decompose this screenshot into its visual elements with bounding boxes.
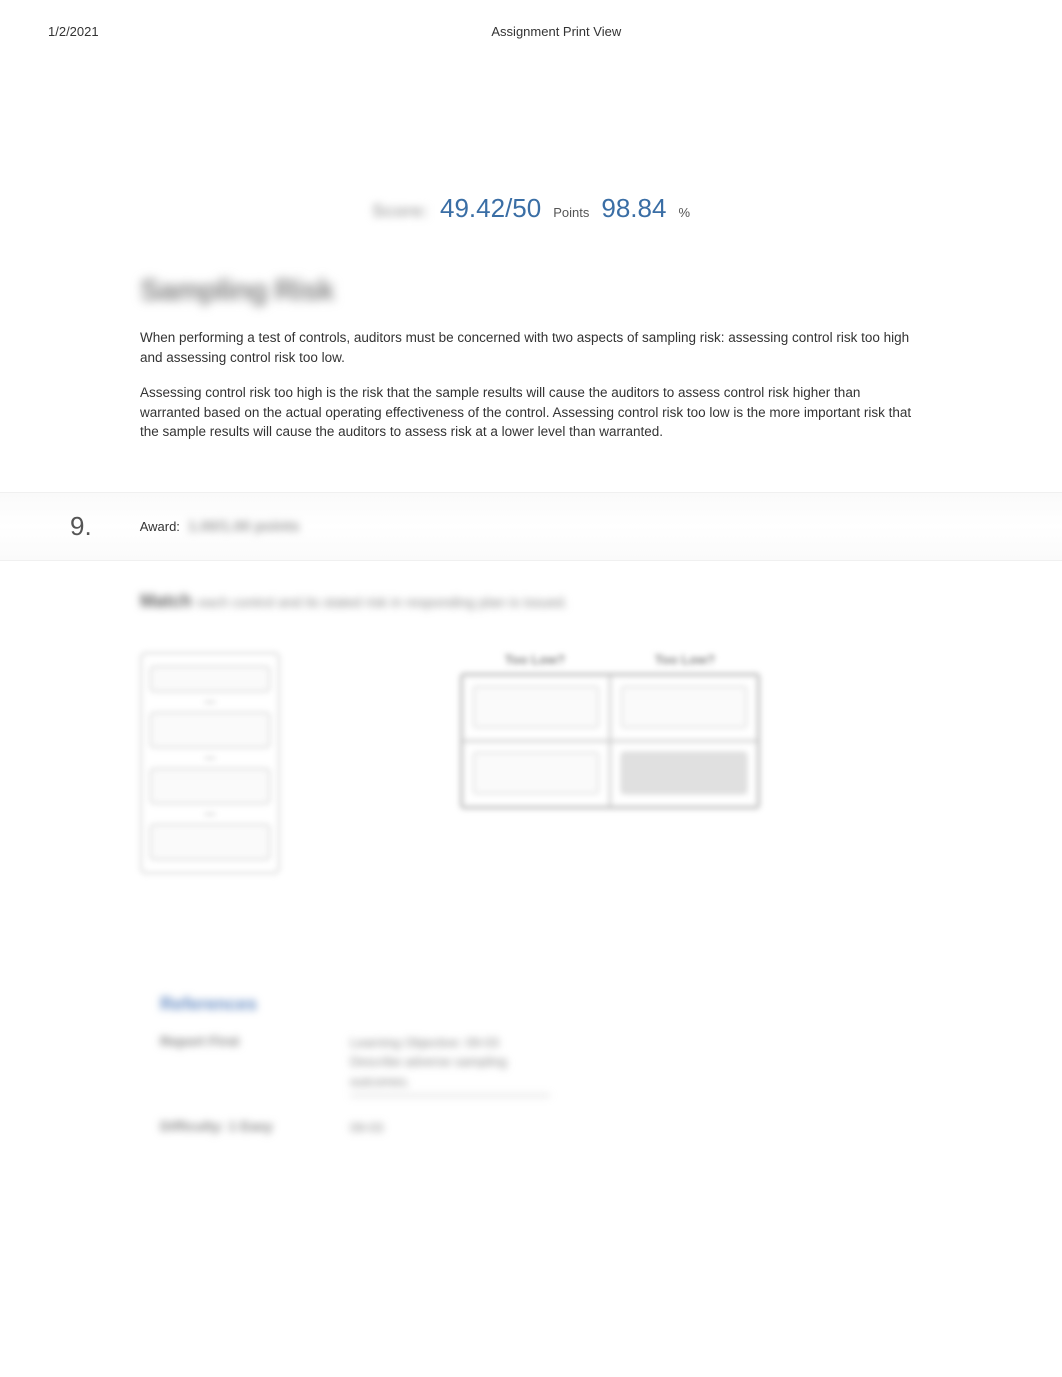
- drag-item[interactable]: [150, 712, 270, 748]
- score-points-unit: Points: [553, 205, 589, 220]
- prompt-row: Match each control and its stated risk i…: [0, 591, 1062, 612]
- drag-label: —: [148, 752, 272, 764]
- score-percent-unit: %: [678, 205, 690, 220]
- page-date: 1/2/2021: [48, 24, 99, 39]
- ref-label-1: Report First: [160, 1033, 290, 1097]
- grid-cell[interactable]: [610, 675, 758, 741]
- grid-header-2: Too Low?: [615, 652, 755, 667]
- score-points: 49.42/50: [440, 193, 541, 224]
- ref-label-2: Difficulty: 1 Easy: [160, 1118, 290, 1138]
- page-header: 1/2/2021 Assignment Print View: [0, 0, 1062, 63]
- prompt-bold: Match: [140, 591, 192, 612]
- grid-cell[interactable]: [610, 741, 758, 807]
- content-block: Sampling Risk When performing a test of …: [0, 274, 1062, 442]
- ref-value-2: 09-03: [350, 1118, 383, 1138]
- award-label: Award:: [140, 519, 180, 534]
- section-para-2: Assessing control risk too high is the r…: [140, 383, 922, 442]
- question-number: 9.: [70, 511, 92, 542]
- page-title: Assignment Print View: [99, 24, 1014, 39]
- drag-item[interactable]: [150, 768, 270, 804]
- grid-headers: Too Low? Too Low?: [460, 652, 760, 667]
- drag-item[interactable]: [150, 666, 270, 692]
- prompt-text: each control and its stated risk in resp…: [198, 594, 568, 610]
- ref-row-2: Difficulty: 1 Easy 09-03: [160, 1118, 902, 1138]
- drag-label: —: [148, 808, 272, 820]
- score-percent: 98.84: [601, 193, 666, 224]
- references-block: References Report First Learning Objecti…: [0, 994, 1062, 1138]
- section-heading: Sampling Risk: [140, 274, 922, 308]
- grid-cell[interactable]: [462, 675, 610, 741]
- drag-label: —: [148, 696, 272, 708]
- grid-body: [460, 673, 760, 809]
- award-value: 1.00/1.00 points: [188, 518, 300, 535]
- ref-value-1: Learning Objective: 09-03 Describe adver…: [350, 1033, 550, 1097]
- grid-header-1: Too Low?: [465, 652, 605, 667]
- references-heading: References: [160, 994, 902, 1015]
- section-para-1: When performing a test of controls, audi…: [140, 328, 922, 367]
- score-row: Score: 49.42/50 Points 98.84 %: [0, 193, 1062, 224]
- score-label: Score:: [372, 201, 428, 222]
- grid-table: Too Low? Too Low?: [460, 652, 760, 809]
- ref-row-1: Report First Learning Objective: 09-03 D…: [160, 1033, 902, 1097]
- question-bar: 9. Award: 1.00/1.00 points: [0, 492, 1062, 561]
- grid-cell[interactable]: [462, 741, 610, 807]
- diagram-row: — — — Too Low? Too Low?: [0, 652, 1062, 874]
- drag-list: — — —: [140, 652, 280, 874]
- drag-item[interactable]: [150, 824, 270, 860]
